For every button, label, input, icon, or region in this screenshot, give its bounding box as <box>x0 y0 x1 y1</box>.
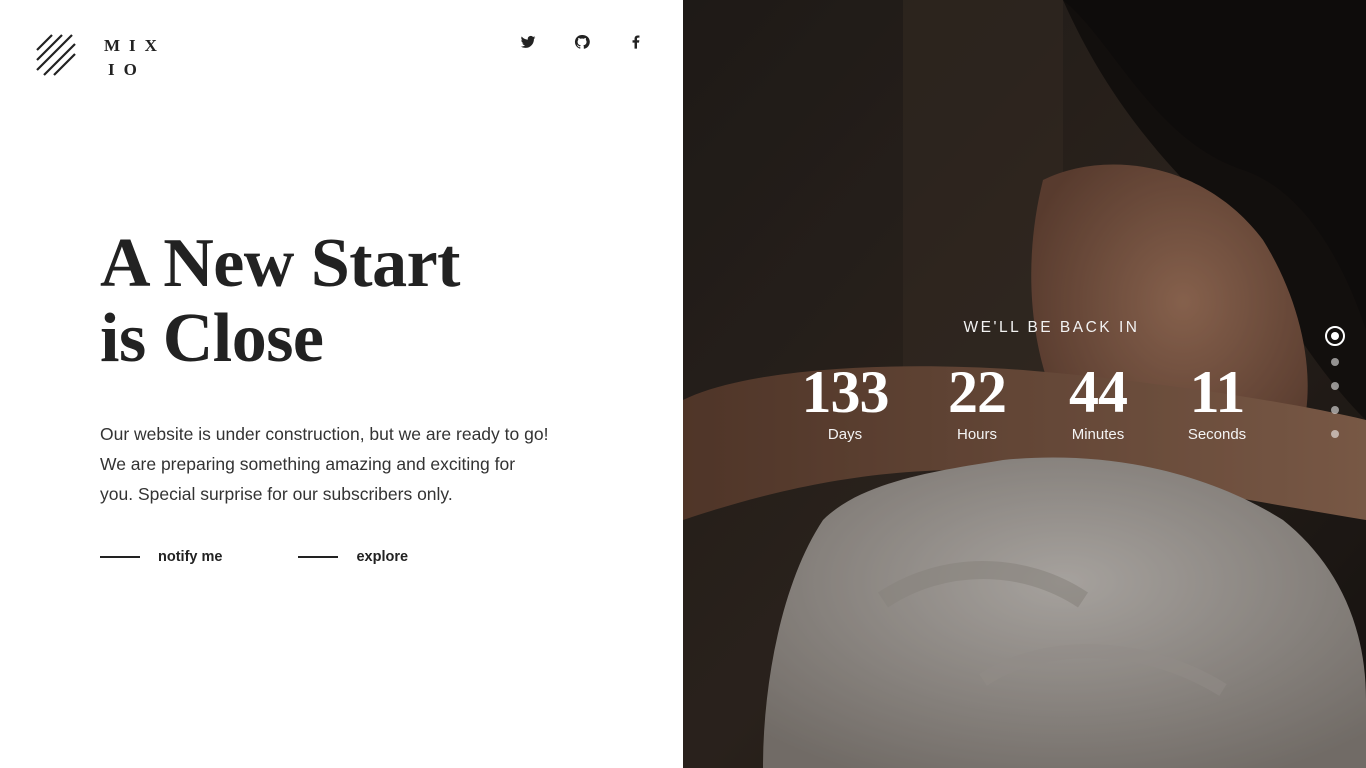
seconds-value: 11 <box>1189 359 1246 425</box>
link-dash <box>100 556 140 558</box>
slide-dot-1[interactable] <box>1325 326 1345 346</box>
slide-pagination <box>1325 326 1345 454</box>
social-links <box>520 34 644 50</box>
headline-line-2: is Close <box>100 300 324 377</box>
brand-wordmark: MIX IO <box>104 34 166 82</box>
hero-image-panel: WE'LL BE BACK IN 133 Days 22 Hours 44 Mi… <box>683 0 1366 768</box>
notify-me-label: notify me <box>158 549 223 565</box>
twitter-icon[interactable] <box>520 34 536 50</box>
countdown-timer: 133 Days 22 Hours 44 Minutes 11 Seconds <box>789 362 1291 443</box>
slide-dot-4[interactable] <box>1331 406 1339 414</box>
intro-line-3: you. Special surprise for our subscriber… <box>100 484 453 504</box>
hero-headline: A New Start is Close <box>100 226 460 376</box>
seconds-label: Seconds <box>1187 426 1247 443</box>
hours-label: Hours <box>956 426 997 443</box>
link-dash <box>298 556 339 558</box>
countdown-minutes: 44 Minutes <box>1053 362 1143 443</box>
days-value: 133 <box>801 359 890 425</box>
explore-link[interactable]: explore <box>298 549 408 565</box>
countdown-days: 133 Days <box>789 362 901 443</box>
countdown-heading: WE'LL BE BACK IN <box>683 319 1366 337</box>
slide-dot-3[interactable] <box>1331 382 1339 390</box>
countdown-seconds: 11 Seconds <box>1143 362 1291 443</box>
hours-value: 22 <box>948 359 1007 425</box>
hero-actions: notify me explore <box>100 549 484 565</box>
brand-logo[interactable]: MIX IO <box>36 34 166 82</box>
headline-line-1: A New Start <box>100 225 460 302</box>
content-panel: MIX IO A New Start is Close Our website … <box>0 0 683 768</box>
slide-dot-2[interactable] <box>1331 358 1339 366</box>
brand-line-2: IO <box>108 60 146 79</box>
intro-line-2: We are preparing something amazing and e… <box>100 454 516 474</box>
notify-me-link[interactable]: notify me <box>100 549 222 565</box>
hero-intro: Our website is under construction, but w… <box>100 419 600 509</box>
days-label: Days <box>827 426 863 443</box>
intro-line-1: Our website is under construction, but w… <box>100 424 549 444</box>
github-icon[interactable] <box>574 34 590 50</box>
brand-line-1: MIX <box>104 36 166 55</box>
slide-dot-5[interactable] <box>1331 430 1339 438</box>
minutes-value: 44 <box>1069 359 1128 425</box>
minutes-label: Minutes <box>1071 426 1125 443</box>
explore-label: explore <box>356 549 409 565</box>
facebook-icon[interactable] <box>628 34 644 50</box>
logo-stripes-icon <box>36 34 76 76</box>
countdown-heading-text: WE'LL BE BACK IN <box>963 319 1140 336</box>
countdown-hours: 22 Hours <box>901 362 1053 443</box>
